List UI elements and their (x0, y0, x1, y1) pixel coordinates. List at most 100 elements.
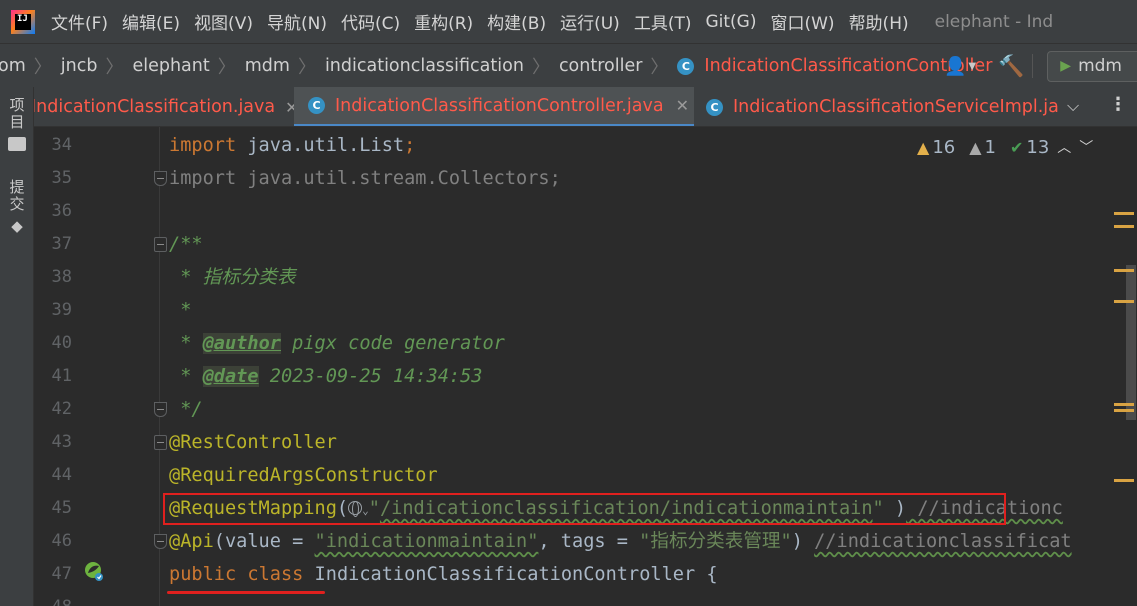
code-line: 42 */ (34, 393, 1137, 426)
code-line: 35 import java.util.stream.Collectors; (34, 162, 1137, 195)
line-number: 36 (51, 201, 72, 221)
tab-indicationclassificationcontroller[interactable]: C IndicationClassificationController.jav… (294, 87, 694, 126)
code-text: * @author pigx code generator (169, 333, 505, 354)
breadcrumb-item-jncb[interactable]: jncb (61, 56, 98, 76)
menu-navigate[interactable]: 导航(N) (267, 9, 327, 34)
code-text: public class IndicationClassificationCon… (169, 564, 718, 585)
code-line: 40 * @author pigx code generator (34, 327, 1137, 360)
line-number: 40 (51, 333, 72, 353)
run-configuration-selector[interactable]: ▶ mdm (1047, 50, 1137, 82)
menu-run[interactable]: 运行(U) (560, 9, 620, 34)
menu-bar: IJ 文件(F) 编辑(E) 视图(V) 导航(N) 代码(C) 重构(R) 构… (0, 0, 1137, 43)
code-text: */ (169, 399, 203, 420)
tool-window-commit-label: 提交 (7, 179, 26, 213)
navbar-tools: 👤 ▼ 🔨 ▶ mdm (944, 44, 1137, 87)
toolbar-divider (1032, 54, 1034, 78)
breadcrumb-separator-icon: 〉 (650, 57, 669, 78)
menu-code[interactable]: 代码(C) (341, 9, 400, 34)
breadcrumb-separator-icon: 〉 (217, 57, 236, 78)
fold-end-icon[interactable] (154, 534, 167, 549)
build-hammer-icon[interactable]: 🔨 (998, 54, 1024, 79)
menu-window[interactable]: 窗口(W) (770, 9, 834, 34)
code-line: 37 /** (34, 228, 1137, 261)
scroll-warning-marker[interactable] (1114, 300, 1134, 303)
scroll-warning-marker[interactable] (1114, 403, 1134, 406)
fold-end-icon[interactable] (154, 402, 167, 417)
code-line: 41 * @date 2023-09-25 14:34:53 (34, 360, 1137, 393)
breadcrumb-item-controller[interactable]: controller (559, 56, 642, 76)
breadcrumb-item-om[interactable]: om (0, 56, 26, 76)
menu-help[interactable]: 帮助(H) (849, 9, 909, 34)
fold-start-icon[interactable] (154, 435, 167, 450)
tab-indicationclassificationserviceimpl[interactable]: C IndicationClassificationServiceImpl.ja (706, 87, 1059, 126)
intellij-logo-icon[interactable]: IJ (11, 9, 35, 34)
code-line: 34 import java.util.List; (34, 129, 1137, 162)
code-text: @RequiredArgsConstructor (169, 465, 438, 486)
breadcrumb-separator-icon: 〉 (297, 57, 316, 78)
menu-tools[interactable]: 工具(T) (634, 9, 692, 34)
line-number: 46 (51, 531, 72, 551)
close-icon[interactable]: ✕ (676, 96, 689, 115)
code-line: 39 * (34, 294, 1137, 327)
tool-window-strip: 项目 提交 ◆ (0, 87, 34, 606)
code-line: 46 @Api(value = "indicationmaintain", ta… (34, 525, 1137, 558)
tool-window-project[interactable]: 项目 (5, 97, 29, 151)
line-number: 37 (51, 234, 72, 254)
fold-start-icon[interactable] (154, 237, 167, 252)
code-line: 43 @RestController (34, 426, 1137, 459)
code-text: * 指标分类表 (169, 267, 296, 288)
breadcrumb-separator-icon: 〉 (33, 57, 52, 78)
folder-icon (8, 137, 26, 151)
commit-icon: ◆ (11, 217, 23, 235)
line-number: 45 (51, 498, 72, 518)
editor-tab-bar: IndicationClassification.java ✕ C Indica… (34, 87, 1137, 127)
breadcrumb-separator-icon: 〉 (105, 57, 124, 78)
more-vertical-icon[interactable]: ⋮ (1109, 94, 1127, 115)
breadcrumb-item-mdm[interactable]: mdm (245, 56, 290, 76)
chevron-down-icon[interactable]: ▼ (968, 61, 976, 72)
line-number: 39 (51, 300, 72, 320)
menu-git[interactable]: Git(G) (705, 12, 756, 32)
scroll-warning-marker[interactable] (1114, 212, 1134, 215)
code-line: 44 @RequiredArgsConstructor (34, 459, 1137, 492)
fold-end-icon[interactable] (154, 171, 167, 186)
java-class-icon: C (706, 98, 723, 116)
line-number: 41 (51, 366, 72, 386)
menu-refactor[interactable]: 重构(R) (414, 9, 473, 34)
menu-edit[interactable]: 编辑(E) (122, 9, 180, 34)
line-number: 35 (51, 168, 72, 188)
code-line: 47 public class IndicationClassification… (34, 558, 1137, 591)
code-text: import java.util.stream.Collectors; (169, 168, 561, 189)
code-editor[interactable]: ▲ 16 ▲ 1 ✔ 13 ︿ ﹀ 34 import java.util.Li… (34, 127, 1137, 606)
code-text: @RestController (169, 432, 337, 453)
line-number: 43 (51, 432, 72, 452)
user-icon[interactable]: 👤 (944, 56, 966, 77)
tab-indicationclassification[interactable]: IndicationClassification.java ✕ (34, 87, 299, 126)
highlight-annotation-box (163, 493, 1006, 525)
breadcrumb-item-elephant[interactable]: elephant (132, 56, 209, 76)
tab-label: IndicationClassificationServiceImpl.ja (733, 97, 1059, 117)
code-text: * @date 2023-09-25 14:34:53 (169, 366, 483, 387)
java-class-icon: C (677, 57, 695, 75)
menu-view[interactable]: 视图(V) (194, 9, 253, 34)
scroll-warning-marker[interactable] (1114, 225, 1134, 228)
editor-scrollbar[interactable] (1126, 265, 1136, 420)
line-number: 48 (34, 591, 72, 606)
breadcrumb-separator-icon: 〉 (531, 57, 550, 78)
navigation-bar: om 〉 jncb 〉 elephant 〉 mdm 〉 indicationc… (0, 43, 1137, 87)
window-title: elephant - Ind (934, 11, 1054, 32)
line-number: 42 (51, 399, 72, 419)
tool-window-commit[interactable]: 提交 ◆ (5, 179, 29, 235)
java-class-icon: C (308, 97, 325, 114)
menu-build[interactable]: 构建(B) (487, 9, 546, 34)
run-config-label: mdm (1078, 56, 1122, 76)
line-number: 44 (51, 465, 72, 485)
chevron-down-icon[interactable]: ⌵ (1067, 96, 1079, 116)
menu-file[interactable]: 文件(F) (51, 9, 108, 34)
scroll-warning-marker[interactable] (1114, 409, 1134, 412)
scroll-warning-marker[interactable] (1114, 479, 1134, 482)
line-number: 34 (51, 135, 72, 155)
breadcrumb-item-indicationclassification[interactable]: indicationclassification (325, 56, 524, 76)
spring-bean-icon[interactable] (83, 560, 105, 582)
scroll-warning-marker[interactable] (1114, 269, 1134, 272)
